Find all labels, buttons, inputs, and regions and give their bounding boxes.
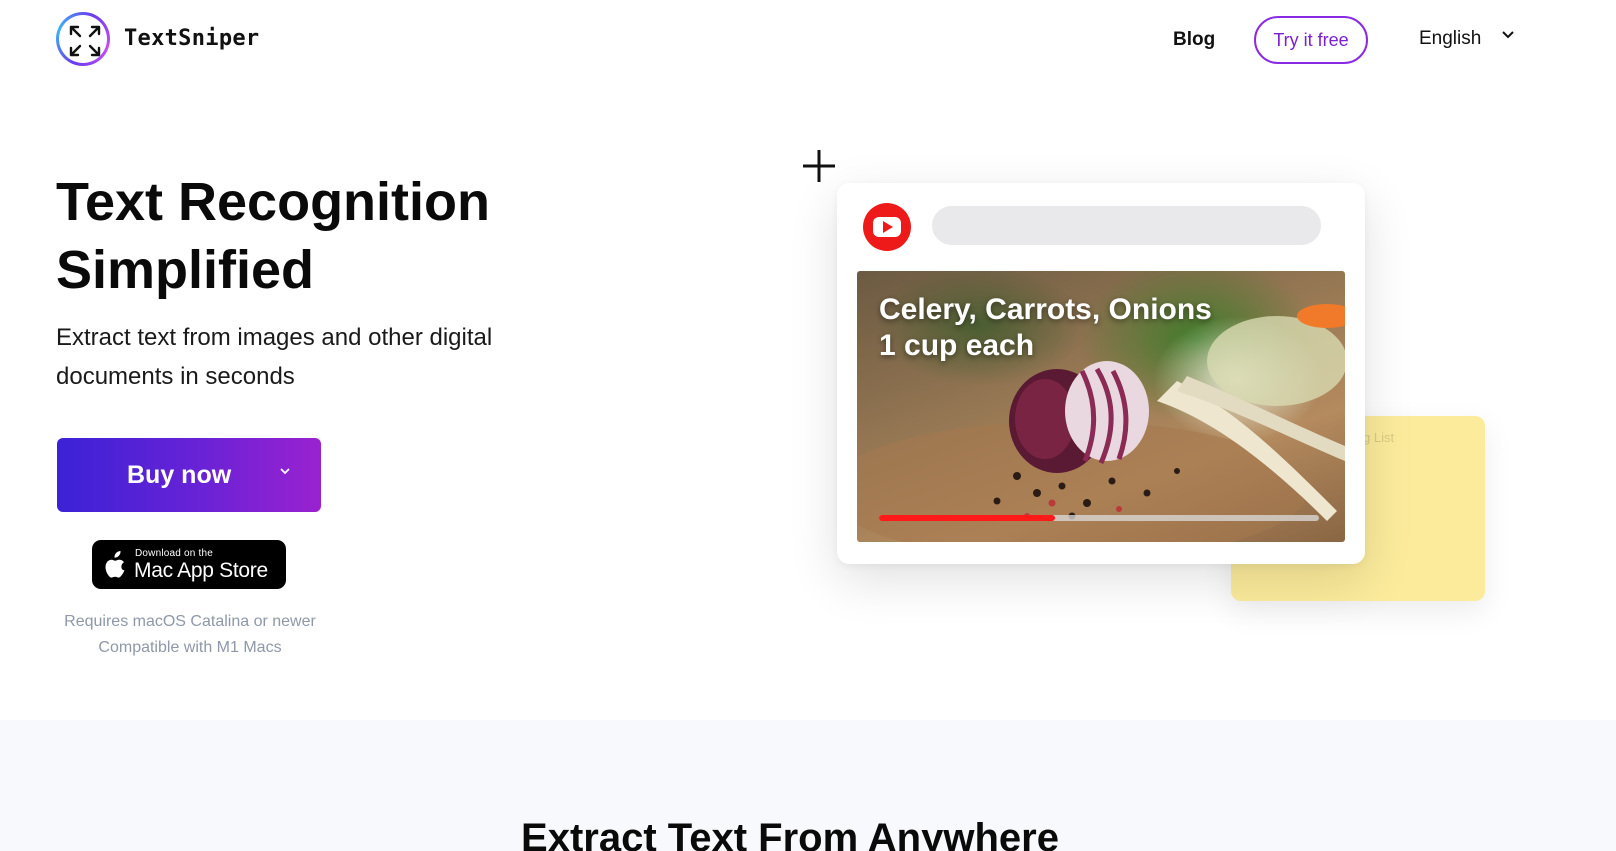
try-free-button[interactable]: Try it free <box>1254 16 1368 64</box>
crosshair-plus-icon <box>803 150 835 182</box>
brand-name[interactable]: TextSniper <box>124 26 259 51</box>
video-search-bar <box>932 206 1321 245</box>
textsniper-logo[interactable] <box>56 12 110 66</box>
hero-subtitle-line1: Extract text from images and other digit… <box>56 324 493 351</box>
hero-title-line1: Text Recognition <box>56 172 491 232</box>
video-frame: Celery, Carrots, Onions 1 cup each <box>857 271 1345 542</box>
mac-app-store-badge[interactable]: Download on the Mac App Store <box>92 540 286 589</box>
nav-blog-link[interactable]: Blog <box>1173 29 1215 51</box>
requirements-text: Requires macOS Catalina or newer <box>64 613 316 630</box>
buy-now-label: Buy now <box>127 461 232 489</box>
video-progress-fill <box>879 515 1055 521</box>
features-section: Extract Text From Anywhere <box>0 720 1616 851</box>
appstore-small-text: Download on the <box>135 548 214 559</box>
language-select[interactable]: English <box>1419 28 1481 50</box>
video-caption-line2: 1 cup each <box>879 329 1035 362</box>
crop-arrows-icon <box>69 25 101 57</box>
video-caption-line1: Celery, Carrots, Onions <box>879 293 1212 326</box>
hero-title: Text Recognition Simplified <box>56 168 616 304</box>
chevron-down-icon[interactable] <box>279 464 291 480</box>
hero-title-line2: Simplified <box>56 240 315 300</box>
appstore-big-text: Mac App Store <box>134 559 268 582</box>
hero-subtitle: Extract text from images and other digit… <box>56 318 576 396</box>
video-card: Celery, Carrots, Onions 1 cup each <box>837 183 1365 564</box>
hero-subtitle-line2: documents in seconds <box>56 363 295 390</box>
video-progress-bar[interactable] <box>879 515 1319 521</box>
apple-icon <box>105 551 125 578</box>
buy-now-button[interactable]: Buy now <box>57 438 321 512</box>
features-title: Extract Text From Anywhere <box>521 816 1059 851</box>
youtube-icon <box>863 203 911 251</box>
chevron-down-icon[interactable] <box>1501 28 1515 45</box>
sticky-note-label: g List <box>1363 430 1395 445</box>
compatibility-text: Compatible with M1 Macs <box>98 639 282 656</box>
